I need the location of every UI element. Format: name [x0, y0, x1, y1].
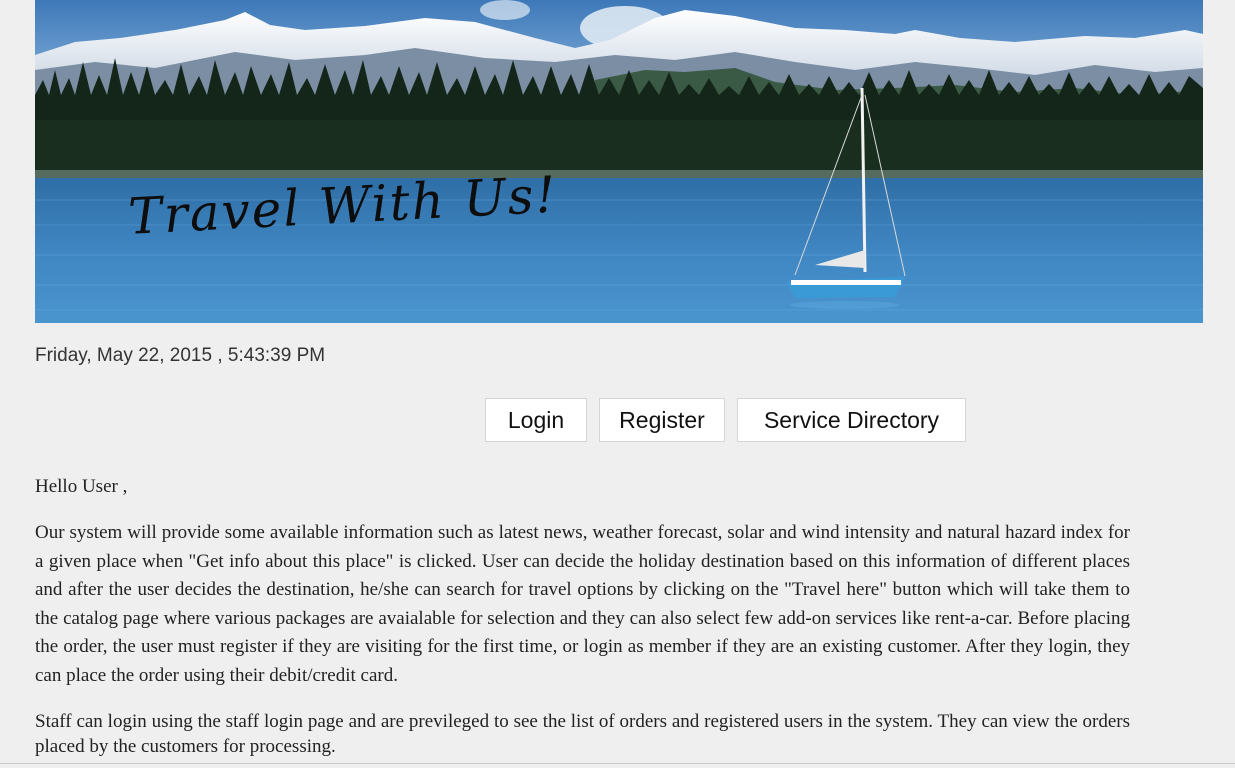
- register-button[interactable]: Register: [599, 398, 725, 442]
- banner-image: [35, 0, 1203, 323]
- header-banner: Travel With Us!: [35, 0, 1203, 323]
- main-nav: Login Register Service Directory: [485, 398, 966, 444]
- greeting-text: Hello User ,: [35, 476, 128, 497]
- page-divider: [0, 763, 1235, 764]
- login-button[interactable]: Login: [485, 398, 587, 442]
- staff-paragraph: Staff can login using the staff login pa…: [35, 711, 1130, 757]
- intro-paragraph: Our system will provide some available i…: [35, 522, 1130, 686]
- current-datetime: Friday, May 22, 2015 , 5:43:39 PM: [35, 345, 326, 366]
- service-directory-button[interactable]: Service Directory: [737, 398, 966, 442]
